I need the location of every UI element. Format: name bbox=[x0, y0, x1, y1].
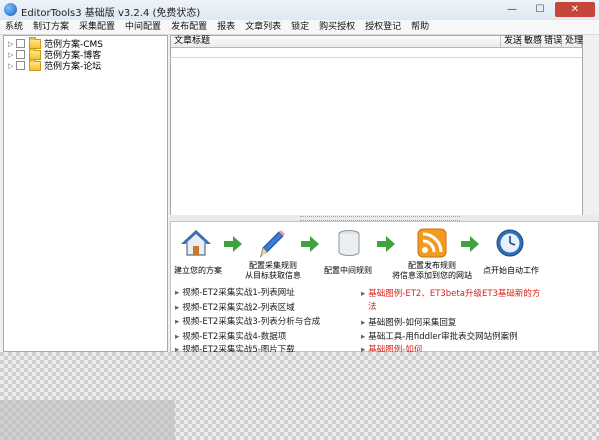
tree-item-label: 范例方案-论坛 bbox=[44, 62, 102, 72]
menu-system[interactable]: 系统 bbox=[0, 20, 28, 34]
menu-article-list[interactable]: 文章列表 bbox=[240, 20, 286, 34]
plan-tree[interactable]: ▷ 范例方案-CMS ▷ 范例方案-博客 ▷ 范例方案-论坛 bbox=[3, 35, 168, 352]
article-grid[interactable]: 文章标题 发送 敏感 错误 处理 bbox=[170, 35, 598, 216]
menu-buy-license[interactable]: 购买授权 bbox=[314, 20, 360, 34]
tree-checkbox[interactable] bbox=[16, 39, 25, 48]
column-send[interactable]: 发送 bbox=[501, 36, 522, 47]
arrow-right-icon bbox=[301, 236, 319, 252]
column-handle[interactable]: 处理 bbox=[562, 36, 583, 47]
arrow-right-icon bbox=[377, 236, 395, 252]
main-window: EditorTools3 基础版 v3.2.4 (免费状态) — ☐ ✕ 系统 … bbox=[0, 0, 599, 355]
close-button[interactable]: ✕ bbox=[555, 2, 595, 17]
tutorial-link[interactable]: ▸ 视频-ET2采集实战4-数据项 bbox=[175, 332, 286, 343]
tree-checkbox[interactable] bbox=[16, 50, 25, 59]
menu-collect-config[interactable]: 采集配置 bbox=[74, 20, 120, 34]
menu-middle-config[interactable]: 中间配置 bbox=[120, 20, 166, 34]
database-icon[interactable] bbox=[334, 228, 364, 258]
menu-license-register[interactable]: 授权登记 bbox=[360, 20, 406, 34]
app-logo-icon bbox=[4, 3, 17, 16]
step-create-plan-label[interactable]: 建立您的方案 bbox=[173, 266, 223, 276]
menu-lock[interactable]: 锁定 bbox=[286, 20, 314, 34]
arrow-right-icon bbox=[461, 236, 479, 252]
menu-help[interactable]: 帮助 bbox=[406, 20, 434, 34]
table-row[interactable] bbox=[171, 48, 582, 58]
column-title[interactable]: 文章标题 bbox=[171, 36, 501, 47]
expand-icon[interactable]: ▷ bbox=[8, 51, 16, 59]
expand-icon[interactable]: ▷ bbox=[8, 62, 16, 70]
window-title: EditorTools3 基础版 v3.2.4 (免费状态) bbox=[21, 8, 201, 19]
step-publish-rule-label[interactable]: 配置发布规则 bbox=[389, 261, 475, 271]
expand-icon[interactable]: ▷ bbox=[8, 40, 16, 48]
clock-icon[interactable] bbox=[495, 228, 525, 258]
tutorial-link[interactable]: ▸ 视频-ET2采集实战1-列表网址 bbox=[175, 288, 295, 299]
title-bar: EditorTools3 基础版 v3.2.4 (免费状态) — ☐ ✕ bbox=[0, 0, 599, 21]
tree-item[interactable]: ▷ 范例方案-论坛 bbox=[8, 58, 102, 72]
maximize-button[interactable]: ☐ bbox=[527, 2, 553, 17]
pencil-icon[interactable] bbox=[257, 228, 287, 258]
tutorial-link[interactable]: ▸ 视频-ET2采集实战3-列表分析与合成 bbox=[175, 317, 320, 328]
tutorial-link[interactable]: ▸ 基础图例-如何采集回复 bbox=[361, 318, 456, 329]
column-sensitive[interactable]: 敏感 bbox=[521, 36, 542, 47]
minimize-button[interactable]: — bbox=[499, 2, 525, 17]
home-icon[interactable] bbox=[181, 228, 211, 258]
tree-checkbox[interactable] bbox=[16, 61, 25, 70]
menu-make-plan[interactable]: 制订方案 bbox=[28, 20, 74, 34]
quick-start-panel: 建立您的方案 配置采集规则 从目标获取信息 配置中间规则 配置发布规则 将信息添… bbox=[170, 221, 599, 355]
folder-icon bbox=[29, 58, 41, 71]
step-publish-rule-sublabel: 将信息添加到您的网站 bbox=[392, 271, 472, 280]
step-middle-rule-label[interactable]: 配置中间规则 bbox=[319, 266, 377, 276]
tutorial-link[interactable]: ▸ 视频-ET2采集实战2-列表区域 bbox=[175, 303, 295, 314]
rss-icon[interactable] bbox=[417, 228, 447, 258]
step-collect-rule-label[interactable]: 配置采集规则 bbox=[240, 261, 306, 271]
menu-bar: 系统 制订方案 采集配置 中间配置 发布配置 报表 文章列表 锁定 购买授权 授… bbox=[0, 20, 599, 35]
vertical-scrollbar[interactable] bbox=[584, 36, 598, 215]
grid-header: 文章标题 发送 敏感 错误 处理 bbox=[171, 36, 583, 48]
menu-publish-config[interactable]: 发布配置 bbox=[166, 20, 212, 34]
window-controls: — ☐ ✕ bbox=[499, 2, 595, 17]
arrow-right-icon bbox=[224, 236, 242, 252]
screenshot-noise-block bbox=[0, 400, 175, 440]
step-start-label[interactable]: 点开始自动工作 bbox=[481, 266, 541, 276]
column-error[interactable]: 错误 bbox=[541, 36, 562, 47]
tutorial-link[interactable]: ▸ 基础图例-ET2、ET3beta升级ET3基础新的方 bbox=[361, 289, 540, 300]
menu-report[interactable]: 报表 bbox=[212, 20, 240, 34]
step-collect-rule-sublabel: 从目标获取信息 bbox=[245, 271, 301, 280]
tutorial-link[interactable]: ▸ 基础工具-用fiddler审批表交网站例案例 bbox=[361, 332, 518, 343]
tutorial-link-continuation[interactable]: 法 bbox=[368, 302, 377, 313]
